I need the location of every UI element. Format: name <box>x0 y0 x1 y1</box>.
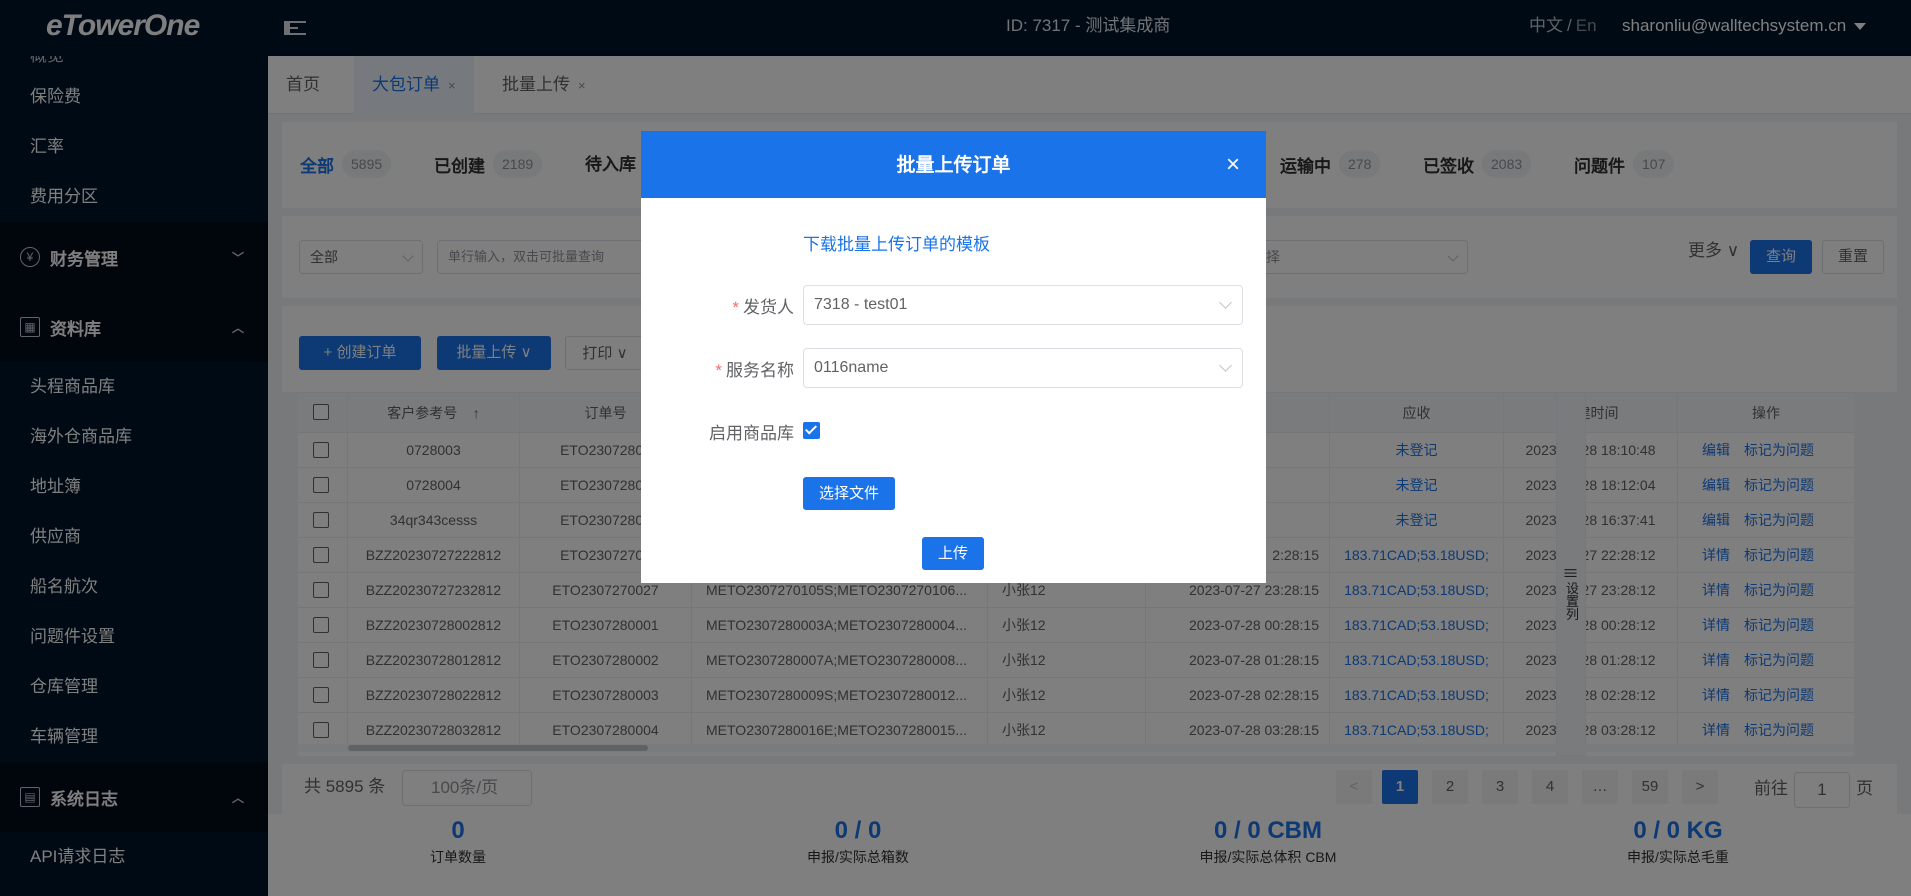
upload-button[interactable]: 上传 <box>922 537 984 570</box>
use-product-library-checkbox[interactable] <box>803 422 820 439</box>
chevron-down-icon <box>1219 296 1232 309</box>
label-text: 发货人 <box>743 298 794 317</box>
batch-upload-dialog: 批量上传订单 × 下载批量上传订单的模板 * 发货人 7318 - test01 … <box>641 131 1266 583</box>
service-name-label: * 服务名称 <box>641 356 794 381</box>
dialog-title: 批量上传订单 <box>896 155 1011 176</box>
chevron-down-icon <box>1219 359 1232 372</box>
required-mark: * <box>732 298 739 317</box>
select-value: 7318 - test01 <box>814 296 908 313</box>
required-mark: * <box>715 361 722 380</box>
select-value: 0116name <box>814 359 889 376</box>
close-icon[interactable]: × <box>1226 131 1240 199</box>
shipper-label: * 发货人 <box>641 293 794 318</box>
choose-file-button[interactable]: 选择文件 <box>803 477 895 510</box>
dialog-header: 批量上传订单 × <box>641 131 1266 198</box>
download-template-link[interactable]: 下载批量上传订单的模板 <box>803 230 990 255</box>
use-product-library-label: 启用商品库 <box>709 424 794 443</box>
service-name-select[interactable]: 0116name <box>803 348 1243 388</box>
shipper-select[interactable]: 7318 - test01 <box>803 285 1243 325</box>
label-text: 服务名称 <box>726 361 794 380</box>
